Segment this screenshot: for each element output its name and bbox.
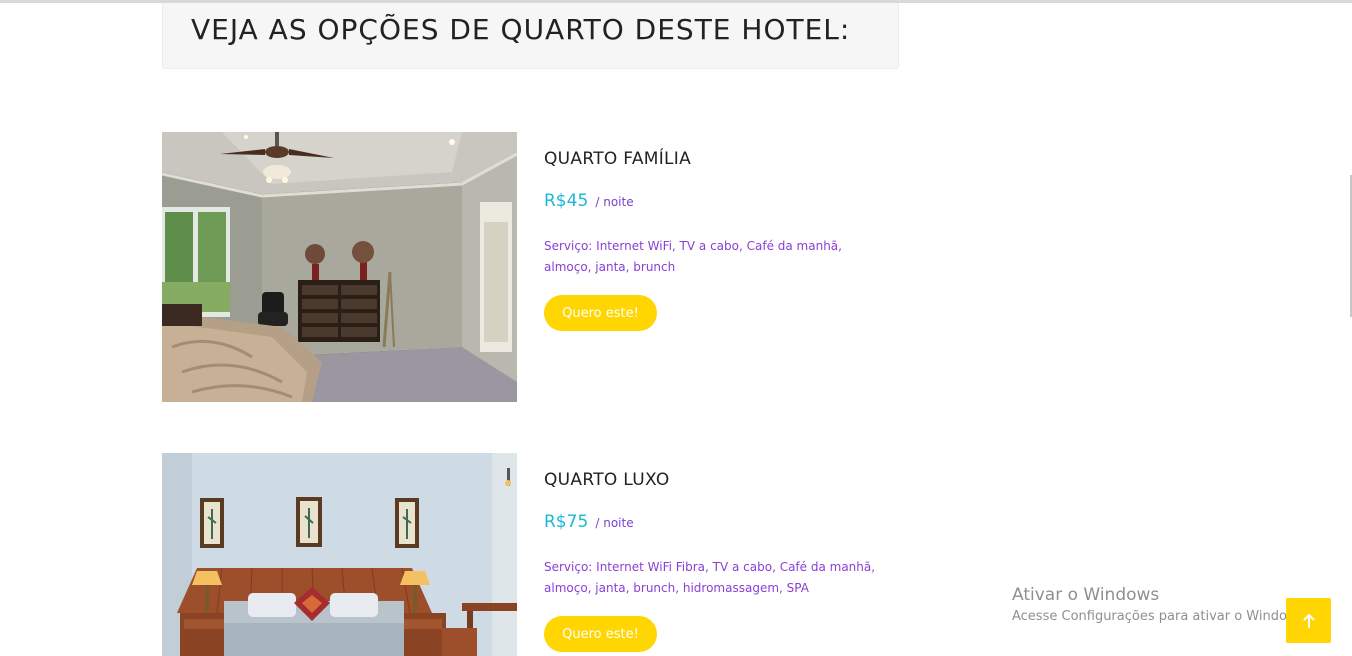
windows-activation-subtitle: Acesse Configurações para ativar o Windo… bbox=[1012, 609, 1309, 624]
room-photo-familia bbox=[162, 132, 517, 402]
price-value: R$45 bbox=[544, 191, 589, 211]
room-card-luxo: QUARTO LUXO R$75 / noite Serviço: Intern… bbox=[162, 453, 902, 656]
room-services: Serviço: Internet WiFi Fibra, TV a cabo,… bbox=[544, 560, 876, 595]
choose-room-button[interactable]: Quero este! bbox=[544, 616, 657, 652]
windows-activation-title: Ativar o Windows bbox=[1012, 585, 1160, 605]
arrow-up-icon bbox=[1303, 613, 1314, 628]
rooms-header: VEJA AS OPÇÕES DE QUARTO DESTE HOTEL: bbox=[162, 3, 899, 69]
room-photo bbox=[162, 453, 517, 656]
room-price: R$45 / noite bbox=[544, 191, 634, 211]
windows-activation-watermark: Ativar o Windows Acesse Configurações pa… bbox=[1012, 584, 1308, 628]
room-photo-luxo bbox=[162, 453, 517, 656]
price-unit: / noite bbox=[595, 516, 634, 530]
room-price: R$75 / noite bbox=[544, 512, 634, 532]
page-title: VEJA AS OPÇÕES DE QUARTO DESTE HOTEL: bbox=[191, 13, 851, 46]
price-unit: / noite bbox=[595, 195, 634, 209]
room-title: QUARTO LUXO bbox=[544, 470, 670, 490]
price-value: R$75 bbox=[544, 512, 589, 532]
choose-room-button[interactable]: Quero este! bbox=[544, 295, 657, 331]
scroll-to-top-button[interactable] bbox=[1286, 598, 1331, 643]
room-photo bbox=[162, 132, 517, 402]
room-card-familia: QUARTO FAMÍLIA R$45 / noite Serviço: Int… bbox=[162, 132, 902, 402]
room-title: QUARTO FAMÍLIA bbox=[544, 149, 692, 169]
room-services: Serviço: Internet WiFi, TV a cabo, Café … bbox=[544, 239, 842, 274]
